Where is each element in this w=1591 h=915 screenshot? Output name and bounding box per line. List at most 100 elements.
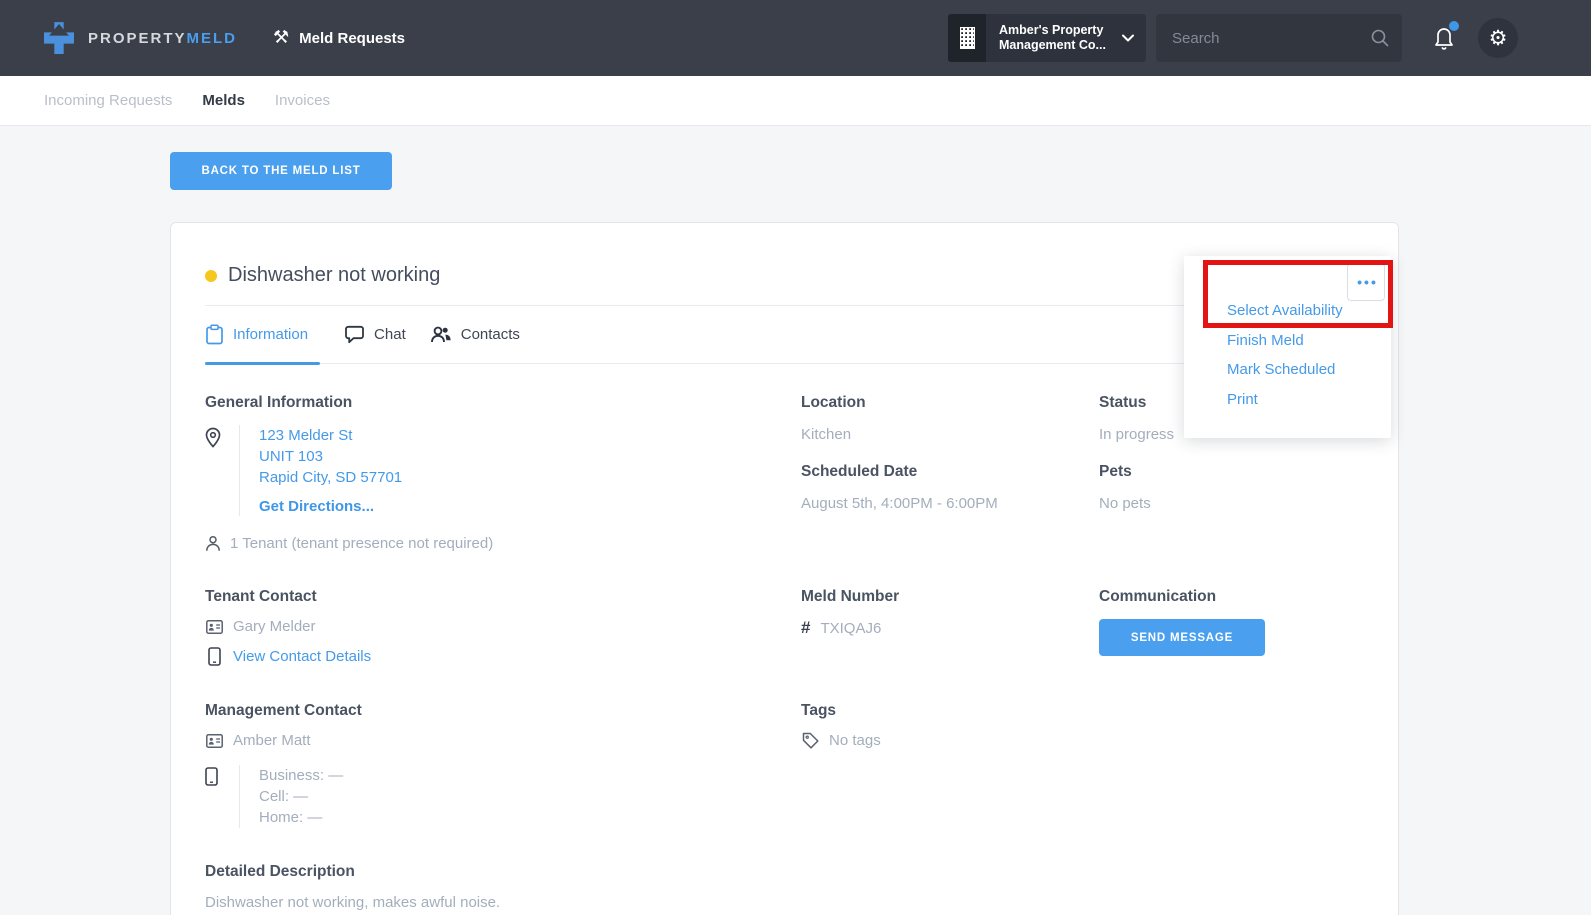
meld-number-heading: Meld Number (801, 588, 1099, 606)
tag-icon (801, 732, 819, 749)
settings-button[interactable]: ⚙ (1478, 18, 1518, 58)
tenant-contact-section: Tenant Contact (205, 588, 801, 666)
top-navbar: PROPERTYMELD ⚒ Meld Requests Amber's Pro… (0, 0, 1591, 76)
tools-icon: ⚒ (273, 29, 289, 47)
company-name-line2: Management Co... (999, 38, 1106, 53)
scheduled-date-heading: Scheduled Date (801, 463, 1099, 481)
map-pin-icon (205, 425, 239, 516)
tags-value: No tags (829, 732, 881, 749)
general-information-section: General Information 123 Melder St (205, 394, 801, 552)
view-contact-details-link[interactable]: View Contact Details (233, 648, 371, 665)
phone-line-cell: Cell: — (259, 786, 343, 807)
menu-item-mark-scheduled[interactable]: Mark Scheduled (1227, 361, 1343, 378)
phone-line-business: Business: — (259, 765, 343, 786)
tenant-contact-heading: Tenant Contact (205, 588, 801, 606)
get-directions-link[interactable]: Get Directions... (259, 498, 374, 515)
menu-item-print[interactable]: Print (1227, 391, 1343, 408)
tab-information[interactable]: Information (205, 306, 320, 363)
address-line-street[interactable]: 123 Melder St (259, 425, 402, 446)
tenant-note-text: 1 Tenant (tenant presence not required) (230, 535, 493, 552)
info-row-2: Tenant Contact (205, 588, 1364, 666)
address-line-unit[interactable]: UNIT 103 (259, 446, 402, 467)
pets-heading: Pets (1099, 463, 1364, 481)
actions-menu-items: Select Availability Finish Meld Mark Sch… (1227, 302, 1343, 408)
tenant-note: 1 Tenant (tenant presence not required) (205, 535, 801, 552)
subnav-item-melds[interactable]: Melds (202, 92, 245, 109)
chevron-down-icon (1122, 34, 1134, 42)
meld-number-value: TXIQAJ6 (820, 620, 881, 637)
tab-chat-label: Chat (374, 326, 406, 343)
information-tab-content: General Information 123 Melder St (205, 394, 1364, 911)
clipboard-icon (205, 324, 224, 345)
propertymeld-logo[interactable]: PROPERTYMELD (44, 22, 237, 54)
company-name: Amber's Property Management Co... (999, 23, 1106, 53)
location-field: Location Kitchen (801, 394, 1099, 443)
meld-title: Dishwasher not working (228, 264, 440, 287)
management-contact-name: Amber Matt (233, 732, 311, 749)
management-contact-section: Management Contact (205, 702, 801, 828)
id-card-icon (205, 734, 223, 748)
management-phones-block: Business: — Cell: — Home: — (205, 765, 801, 828)
address-lines: 123 Melder St UNIT 103 Rapid City, SD 57… (239, 425, 402, 516)
building-icon (948, 14, 986, 62)
id-card-icon (205, 620, 223, 634)
send-message-button[interactable]: SEND MESSAGE (1099, 619, 1265, 656)
tags-section: Tags No tags (801, 702, 1099, 828)
notification-dot (1449, 21, 1459, 31)
location-scheduled-column: Location Kitchen Scheduled Date August 5… (801, 394, 1099, 552)
actions-menu-panel: ••• Select Availability Finish Meld Mark… (1184, 256, 1391, 438)
detailed-description-section: Detailed Description Dishwasher not work… (205, 863, 1364, 911)
menu-item-finish-meld[interactable]: Finish Meld (1227, 332, 1343, 349)
menu-item-select-availability[interactable]: Select Availability (1227, 302, 1343, 319)
scheduled-date-value: August 5th, 4:00PM - 6:00PM (801, 495, 1099, 512)
app-title: ⚒ Meld Requests (273, 29, 405, 47)
communication-heading: Communication (1099, 588, 1364, 606)
navbar-right: Amber's Property Management Co... ⚙ (948, 14, 1518, 62)
address-line-city[interactable]: Rapid City, SD 57701 (259, 467, 402, 488)
tab-information-label: Information (233, 326, 308, 343)
scheduled-date-field: Scheduled Date August 5th, 4:00PM - 6:00… (801, 463, 1099, 512)
search-icon (1371, 29, 1389, 47)
ellipsis-menu-button[interactable]: ••• (1347, 263, 1385, 301)
tab-contacts[interactable]: Contacts (430, 306, 520, 363)
page-body: BACK TO THE MELD LIST Dishwasher not wor… (0, 126, 1591, 915)
phone-line-home: Home: — (259, 807, 343, 828)
info-row-3: Management Contact (205, 702, 1364, 828)
company-name-line1: Amber's Property (999, 23, 1106, 38)
location-value: Kitchen (801, 426, 1099, 443)
subnav-item-incoming-requests[interactable]: Incoming Requests (44, 92, 172, 109)
navbar-left: PROPERTYMELD ⚒ Meld Requests (44, 22, 405, 54)
back-to-meld-list-button[interactable]: BACK TO THE MELD LIST (170, 152, 392, 190)
phone-icon (205, 647, 223, 666)
phone-icon (205, 765, 239, 828)
search-input[interactable] (1156, 14, 1402, 62)
brand-meld-text: MELD (187, 30, 238, 47)
general-information-heading: General Information (205, 394, 801, 412)
gear-icon: ⚙ (1489, 28, 1508, 49)
communication-section: Communication SEND MESSAGE (1099, 588, 1364, 666)
pets-field: Pets No pets (1099, 463, 1364, 512)
notifications-button[interactable] (1432, 24, 1458, 52)
brand-property-text: PROPERTY (88, 30, 187, 47)
location-heading: Location (801, 394, 1099, 412)
detailed-description-heading: Detailed Description (205, 863, 1364, 881)
company-selector[interactable]: Amber's Property Management Co... (948, 14, 1146, 62)
detailed-description-text: Dishwasher not working, makes awful nois… (205, 894, 1364, 911)
address-block: 123 Melder St UNIT 103 Rapid City, SD 57… (205, 425, 801, 516)
propertymeld-logo-icon (44, 22, 74, 54)
tenant-name: Gary Melder (233, 618, 316, 635)
subnav-item-invoices[interactable]: Invoices (275, 92, 330, 109)
pets-value: No pets (1099, 495, 1364, 512)
tab-chat[interactable]: Chat (344, 306, 406, 363)
person-icon (205, 535, 221, 552)
meld-detail-card: Dishwasher not working Information Chat (170, 222, 1399, 915)
tags-heading: Tags (801, 702, 1099, 720)
secondary-nav: Incoming Requests Melds Invoices (0, 76, 1591, 126)
tab-contacts-label: Contacts (461, 326, 520, 343)
contacts-icon (430, 325, 452, 344)
hash-icon: # (801, 618, 810, 638)
management-contact-heading: Management Contact (205, 702, 801, 720)
search-box (1156, 14, 1402, 62)
app-title-label: Meld Requests (299, 30, 405, 47)
chat-icon (344, 325, 365, 344)
